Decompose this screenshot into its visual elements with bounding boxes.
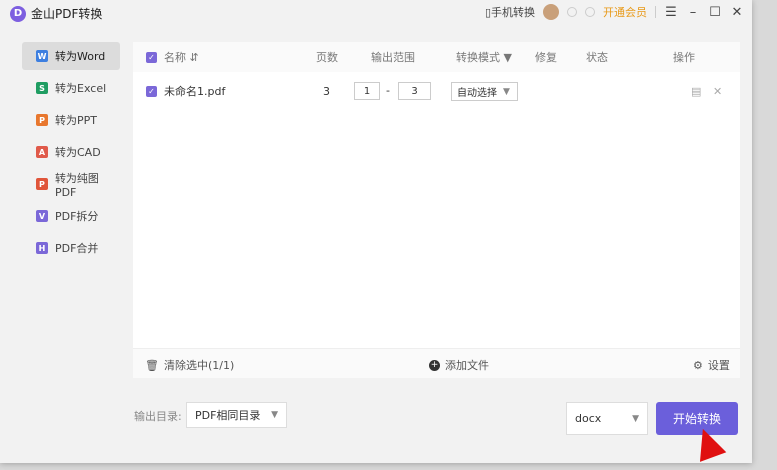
sidebar-item-3[interactable]: A 转为CAD	[22, 138, 120, 166]
clear-selected-button[interactable]: 🗑 清除选中(1/1)	[145, 357, 234, 373]
header-name[interactable]: 名称 ⇵	[164, 49, 199, 65]
row-checkbox[interactable]: ✓	[146, 85, 157, 97]
sidebar-item-1[interactable]: S 转为Excel	[22, 74, 120, 102]
maximize-icon[interactable]: ☐	[708, 5, 722, 20]
file-icon[interactable]: ▤	[691, 85, 701, 98]
sidebar-item-label: 转为CAD	[55, 146, 101, 159]
divider	[655, 6, 656, 18]
format-icon: H	[36, 242, 48, 254]
header-pages: 页数	[316, 51, 338, 64]
panel-footer: 🗑 清除选中(1/1) + 添加文件 ⚙ 设置	[133, 348, 740, 378]
sidebar-item-label: 转为PPT	[55, 114, 97, 127]
chevron-down-icon: ▼	[632, 413, 639, 424]
select-all-checkbox[interactable]: ✓	[146, 51, 157, 63]
format-icon: V	[36, 210, 48, 222]
chevron-down-icon: ▼	[271, 410, 278, 420]
header-range: 输出范围	[371, 51, 415, 64]
range-dash: -	[386, 84, 390, 97]
sidebar: W 转为Word S 转为Excel P 转为PPT A 转为CAD P 转为纯图PDF V PDF拆…	[22, 42, 120, 266]
sidebar-item-0[interactable]: W 转为Word	[22, 42, 120, 70]
sidebar-item-label: 转为Excel	[55, 82, 107, 95]
settings-button[interactable]: ⚙ 设置	[693, 357, 730, 373]
file-name: 未命名1.pdf	[164, 85, 226, 98]
format-icon: S	[36, 82, 48, 94]
sidebar-item-4[interactable]: P 转为纯图PDF	[22, 170, 120, 199]
range-from-input[interactable]: 1	[354, 82, 380, 100]
file-panel: ✓ 名称 ⇵ 页数 输出范围 转换模式 ▼ 修复 状态 操作 ✓ 未命名1.pd…	[133, 42, 740, 378]
format-icon: P	[36, 178, 48, 190]
table-row: ✓ 未命名1.pdf 3 1 - 3 自动选择 ▼ ▤ ✕	[133, 76, 740, 106]
mode-select[interactable]: 自动选择 ▼	[451, 82, 518, 101]
sidebar-item-label: 转为Word	[55, 50, 106, 63]
output-dir-label: 输出目录:	[134, 410, 182, 423]
avatar[interactable]	[543, 4, 559, 20]
menu-icon[interactable]: ☰	[664, 5, 678, 20]
header-mode[interactable]: 转换模式 ▼	[456, 49, 512, 65]
mobile-convert-button[interactable]: ▯手机转换	[485, 4, 535, 20]
page-count: 3	[323, 84, 330, 98]
format-icon: P	[36, 114, 48, 126]
sidebar-item-label: PDF拆分	[55, 210, 99, 223]
table-header: ✓ 名称 ⇵ 页数 输出范围 转换模式 ▼ 修复 状态 操作	[133, 42, 740, 72]
remove-icon[interactable]: ✕	[713, 85, 722, 98]
add-file-button[interactable]: + 添加文件	[429, 357, 489, 373]
trash-icon: 🗑	[145, 358, 159, 372]
coin-icon	[585, 7, 595, 17]
close-icon[interactable]: ✕	[730, 5, 744, 20]
header-action: 操作	[673, 51, 695, 64]
app-title-text: 金山PDF转换	[31, 7, 103, 21]
app-logo-icon: D	[10, 5, 26, 22]
sidebar-item-label: 转为纯图PDF	[54, 171, 99, 199]
sidebar-item-label: PDF合并	[55, 242, 99, 255]
format-icon: A	[36, 146, 48, 158]
app-window: D 金山PDF转换 ▯手机转换 开通会员 ☰ – ☐ ✕ W 转为Word S 转为E…	[0, 0, 752, 463]
output-dir-select[interactable]: PDF相同目录 ▼	[186, 402, 287, 428]
plus-circle-icon: +	[429, 359, 440, 371]
header-status: 状态	[586, 51, 608, 64]
vip-button[interactable]: 开通会员	[603, 4, 647, 20]
app-title: D 金山PDF转换	[10, 5, 102, 22]
header-repair: 修复	[535, 51, 557, 64]
minimize-icon[interactable]: –	[686, 5, 700, 20]
format-select[interactable]: docx ▼	[566, 402, 648, 435]
sidebar-item-5[interactable]: V PDF拆分	[22, 202, 120, 230]
badge-icon	[567, 7, 577, 17]
range-to-input[interactable]: 3	[398, 82, 431, 100]
sidebar-item-6[interactable]: H PDF合并	[22, 234, 120, 262]
format-icon: W	[36, 50, 48, 62]
sidebar-item-2[interactable]: P 转为PPT	[22, 106, 120, 134]
gear-icon: ⚙	[693, 358, 703, 372]
